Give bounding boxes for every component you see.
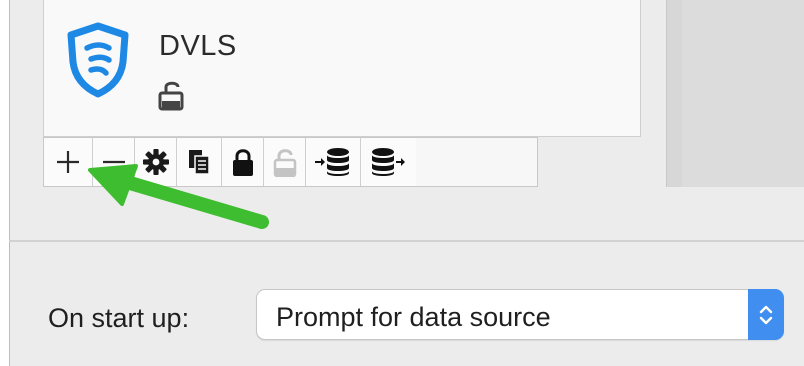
database-export-icon <box>371 147 407 177</box>
data-source-list[interactable]: DVLS <box>43 0 641 137</box>
export-database-button[interactable] <box>361 138 416 186</box>
add-button[interactable] <box>44 138 93 186</box>
plus-icon <box>55 149 81 175</box>
data-source-toolbar <box>43 137 538 187</box>
settings-button[interactable] <box>135 138 177 186</box>
lock-open-icon <box>273 147 297 177</box>
detail-pane-content <box>682 0 804 187</box>
startup-select[interactable]: Prompt for data source <box>256 289 784 340</box>
window-edge <box>9 0 10 366</box>
startup-label: On start up: <box>48 303 190 333</box>
minus-icon <box>102 159 126 165</box>
lock-open-icon <box>158 79 186 111</box>
database-import-icon <box>315 147 351 177</box>
startup-select-value: Prompt for data source <box>276 302 551 332</box>
lock-closed-icon <box>231 147 255 177</box>
divider <box>9 240 804 242</box>
copy-icon <box>187 148 211 176</box>
lock-button[interactable] <box>222 138 264 186</box>
data-source-name: DVLS <box>159 30 237 62</box>
duplicate-button[interactable] <box>177 138 222 186</box>
gear-icon <box>142 148 170 176</box>
shield-icon <box>63 22 133 98</box>
unlock-button[interactable] <box>264 138 306 186</box>
chevron-up-down-icon[interactable] <box>748 289 784 340</box>
remove-button[interactable] <box>93 138 135 186</box>
import-database-button[interactable] <box>306 138 361 186</box>
